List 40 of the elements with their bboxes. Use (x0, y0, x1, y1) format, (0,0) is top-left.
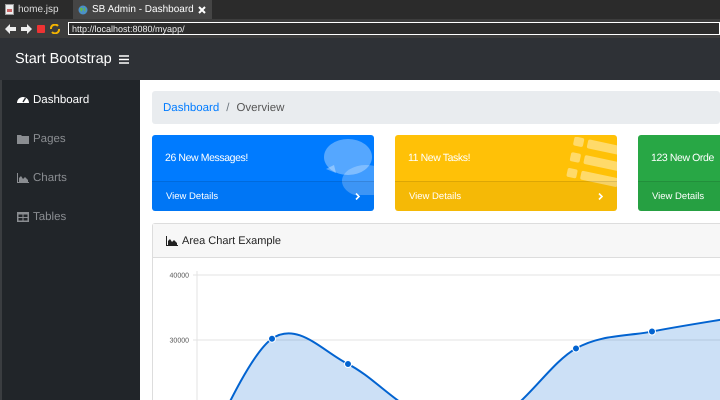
card-title: 26 New Messages! (165, 152, 248, 165)
table-icon (17, 212, 29, 222)
data-point (648, 328, 656, 336)
back-icon[interactable] (5, 24, 16, 34)
card-title: 11 New Tasks! (408, 152, 470, 165)
sidebar-item[interactable]: Dashboard (2, 86, 140, 125)
data-point (572, 344, 580, 352)
brand-title[interactable]: Start Bootstrap (15, 51, 112, 67)
document-icon (5, 4, 14, 15)
tab-label: home.jsp (18, 4, 59, 15)
menu-icon[interactable] (118, 54, 129, 64)
chevron-right-icon (598, 193, 603, 200)
address-field[interactable]: http://localhost:8080/myapp/ (68, 22, 720, 35)
folder-icon (17, 134, 29, 144)
area-chart-icon (166, 236, 178, 246)
card-footer[interactable]: View Details (152, 181, 374, 211)
area-chart-icon (17, 172, 29, 182)
browser-tab[interactable]: SB Admin - Dashboard (73, 0, 212, 19)
view-details-link[interactable]: View Details (652, 191, 704, 202)
chart-title: Area Chart Example (182, 234, 282, 246)
breadcrumb-link[interactable]: Dashboard (163, 102, 220, 114)
view-details-link[interactable]: View Details (166, 191, 218, 202)
breadcrumb-current: Overview (236, 102, 284, 114)
breadcrumb-separator: / (226, 102, 230, 114)
tab-label: SB Admin - Dashboard (92, 4, 194, 15)
card-footer[interactable]: View Details (638, 181, 720, 211)
browser-tab[interactable]: home.jsp (0, 0, 73, 19)
sidebar-item[interactable]: Pages (2, 125, 140, 164)
forward-icon[interactable] (21, 24, 32, 34)
globe-icon (78, 4, 88, 14)
data-point (344, 360, 352, 368)
data-point (268, 334, 276, 343)
refresh-icon[interactable] (50, 24, 60, 34)
card-title: 123 New Orde (651, 152, 714, 165)
sidebar-item[interactable]: Tables (2, 203, 140, 242)
stop-icon[interactable] (37, 24, 45, 32)
close-icon[interactable] (198, 6, 206, 14)
chevron-right-icon (355, 193, 360, 200)
gauge-icon (17, 94, 29, 105)
sidebar-item[interactable]: Charts (2, 164, 140, 203)
